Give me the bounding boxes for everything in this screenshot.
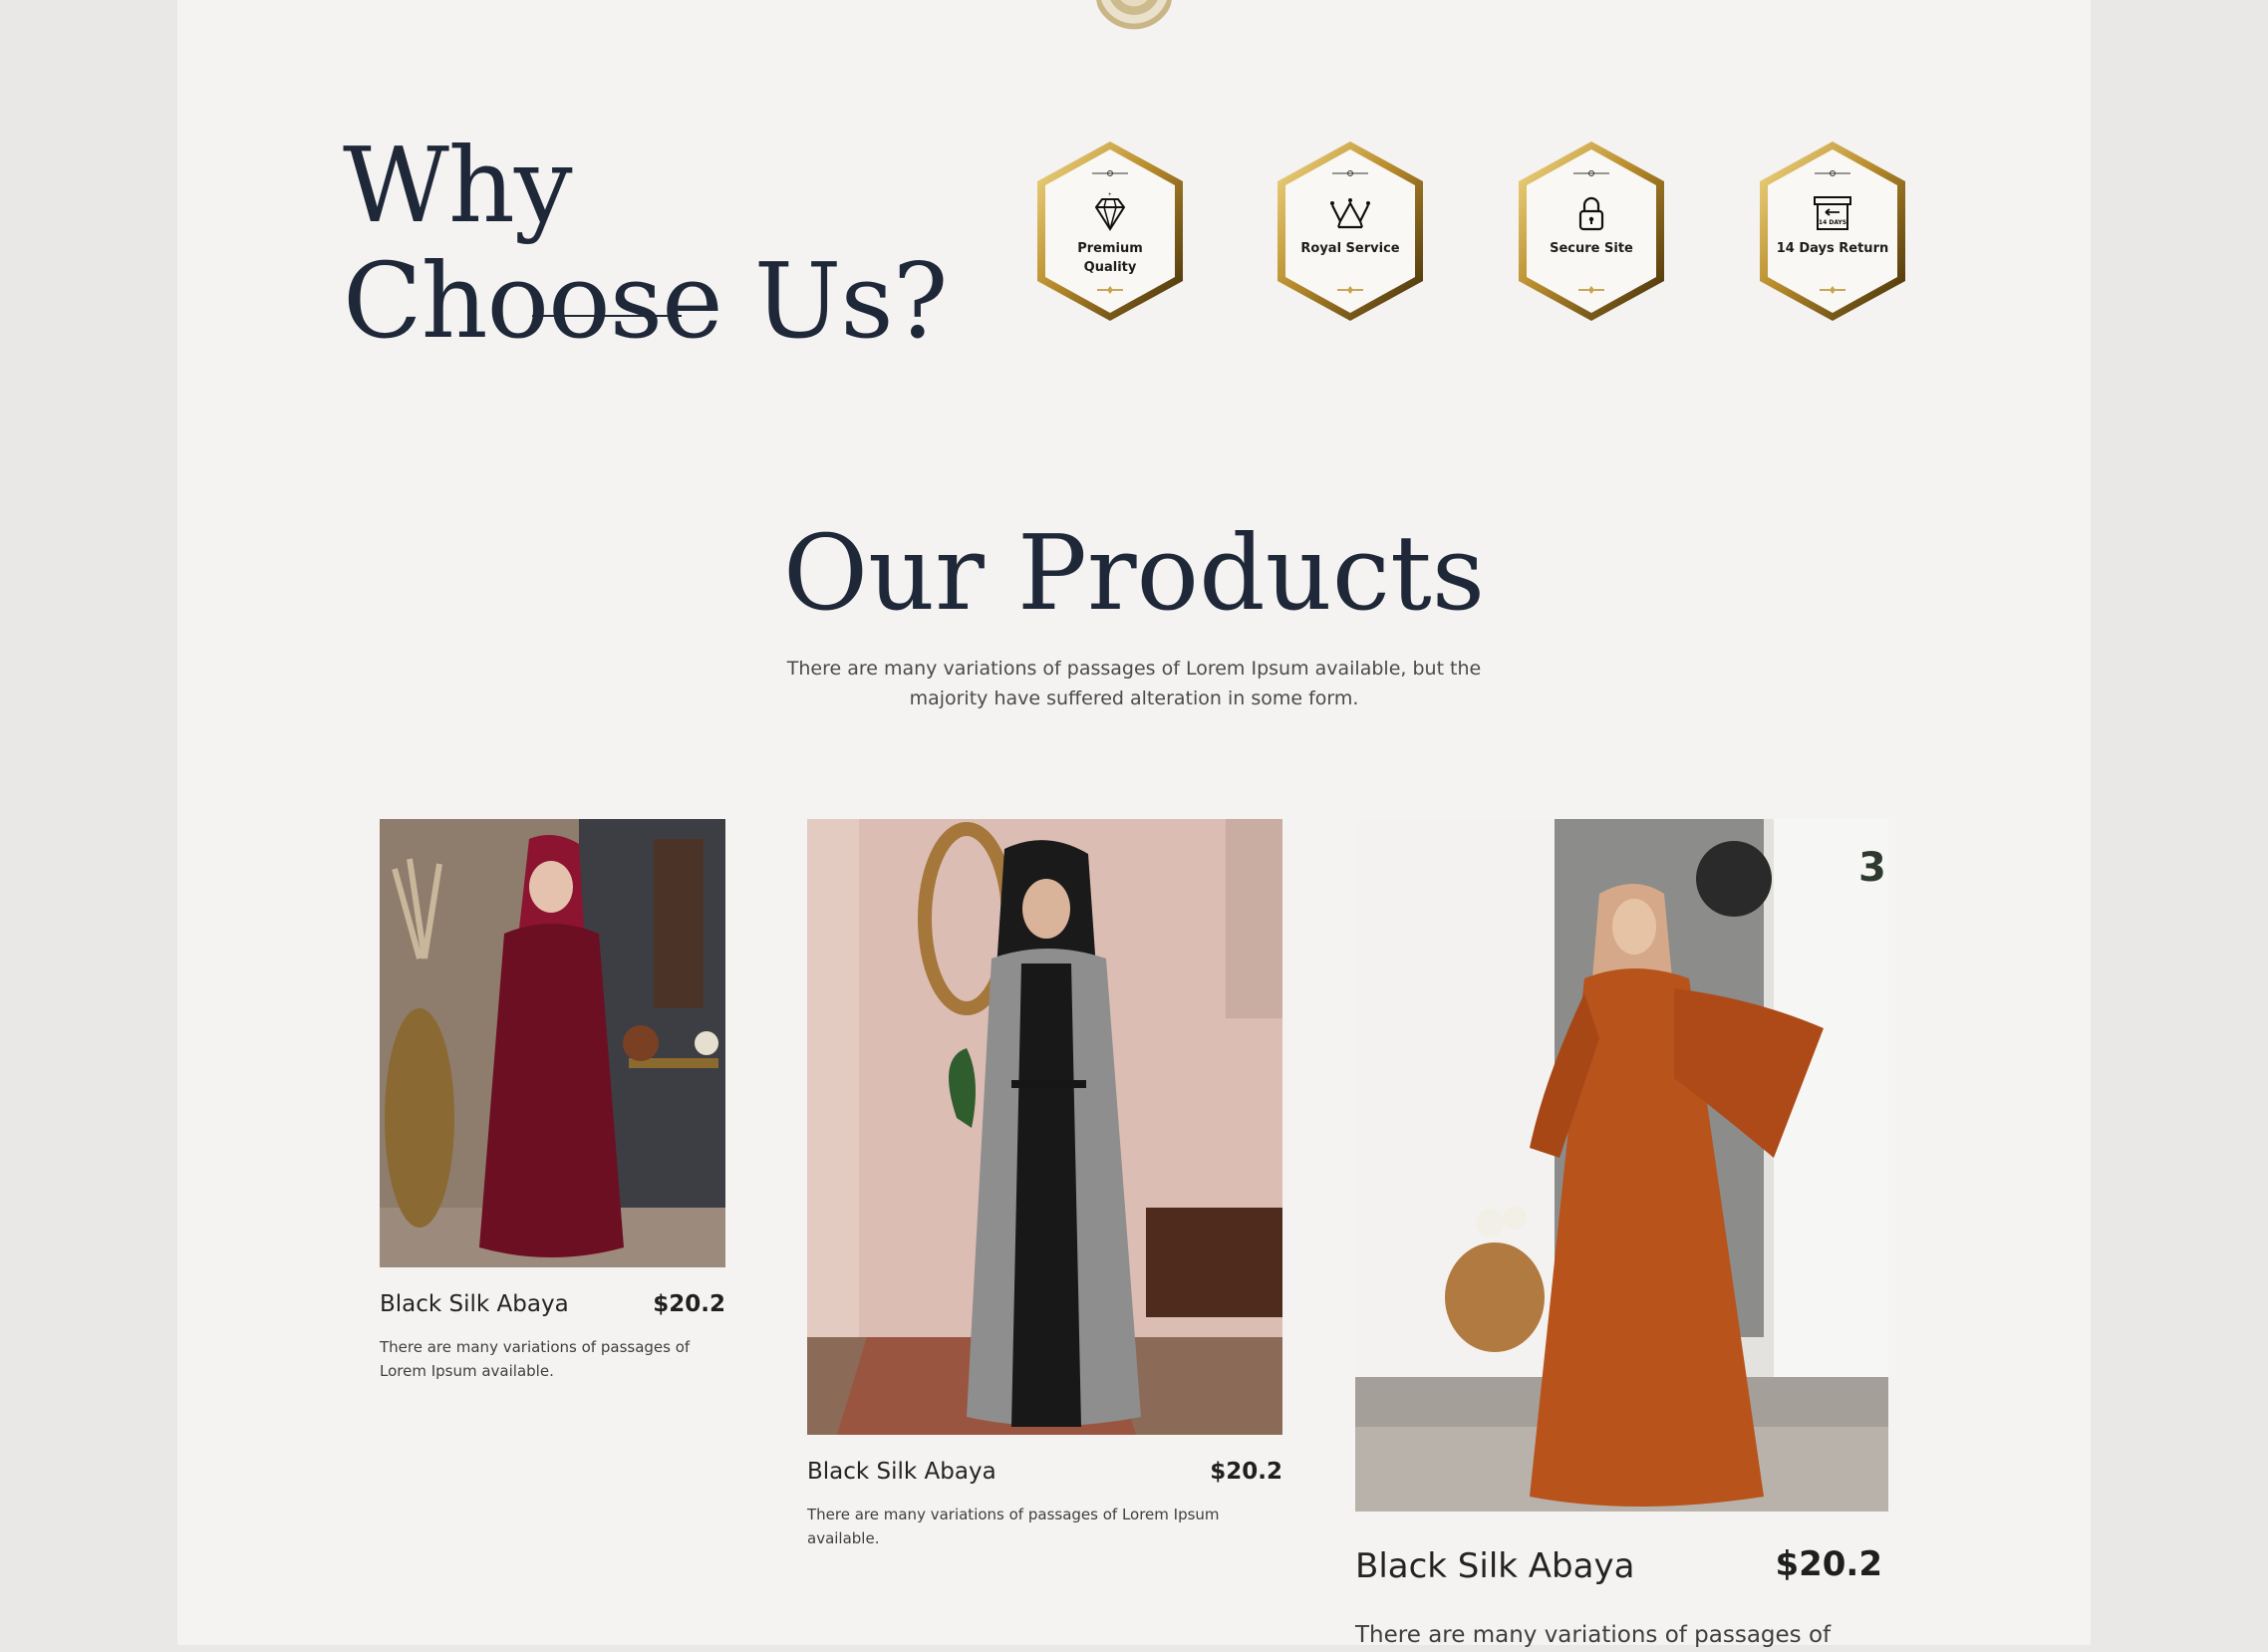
product-card[interactable]: 3 Black Silk Abaya $20.2 There are many … xyxy=(1355,819,1888,1648)
badge-label: Premium Quality xyxy=(1077,241,1143,275)
product-description: There are many variations of passages of… xyxy=(807,1506,1220,1547)
product-price: $20.2 xyxy=(653,1291,725,1317)
product-name[interactable]: Black Silk Abaya xyxy=(1355,1546,1634,1586)
svg-text:+: + xyxy=(1108,192,1112,198)
ornament-bottom-icon xyxy=(1820,286,1845,294)
badge-label: 14 Days Return xyxy=(1776,241,1889,256)
product-price: $20.2 xyxy=(1210,1459,1282,1485)
our-products-subtitle: There are many variations of passages of… xyxy=(786,658,1482,709)
why-choose-us-title: Why Choose Us? xyxy=(343,125,949,362)
product-description: There are many variations of passages of… xyxy=(380,1338,691,1380)
ornament-top-icon xyxy=(1573,170,1609,176)
product-card[interactable]: Black Silk Abaya $20.2 There are many va… xyxy=(807,819,1282,1556)
product-card[interactable]: Black Silk Abaya $20.2 There are many va… xyxy=(380,819,725,1387)
product-name[interactable]: Black Silk Abaya xyxy=(380,1291,569,1317)
diamond-icon: + xyxy=(1094,192,1126,231)
product-price: $20.2 xyxy=(1775,1544,1882,1584)
return-icon-text: 14 DAYS xyxy=(1819,219,1846,226)
badge-14-days-return: 14 DAYS 14 Days Return xyxy=(1754,138,1911,325)
ornament-bottom-icon xyxy=(1337,286,1363,294)
product-description: There are many variations of passages of xyxy=(1355,1622,1832,1648)
lock-icon xyxy=(1578,196,1604,231)
product-name[interactable]: Black Silk Abaya xyxy=(807,1459,996,1485)
badge-secure-site: Secure Site xyxy=(1513,138,1670,325)
product-image[interactable] xyxy=(807,819,1282,1435)
ornament-top-icon xyxy=(1815,170,1850,176)
ornament-logo xyxy=(1096,0,1172,32)
product-image[interactable]: 3 xyxy=(1355,819,1888,1512)
badge-royal-service: Royal Service xyxy=(1272,138,1429,325)
product-image[interactable] xyxy=(380,819,725,1267)
crown-icon xyxy=(1330,198,1370,229)
title-underline xyxy=(532,315,682,317)
badge-premium-quality: + Premium Quality xyxy=(1031,138,1189,325)
ornament-bottom-icon xyxy=(1578,286,1604,294)
ornament-bottom-icon xyxy=(1097,286,1123,294)
ornament-top-icon xyxy=(1332,170,1368,176)
badge-label: Royal Service xyxy=(1300,241,1400,256)
return-box-icon: 14 DAYS xyxy=(1814,196,1851,230)
badge-label: Secure Site xyxy=(1550,241,1633,256)
svg-text:3: 3 xyxy=(1858,845,1886,891)
ornament-top-icon xyxy=(1092,170,1128,176)
page: Why Choose Us? + Premium Quality Royal S… xyxy=(177,0,2091,1648)
our-products-title: Our Products xyxy=(782,512,1486,634)
